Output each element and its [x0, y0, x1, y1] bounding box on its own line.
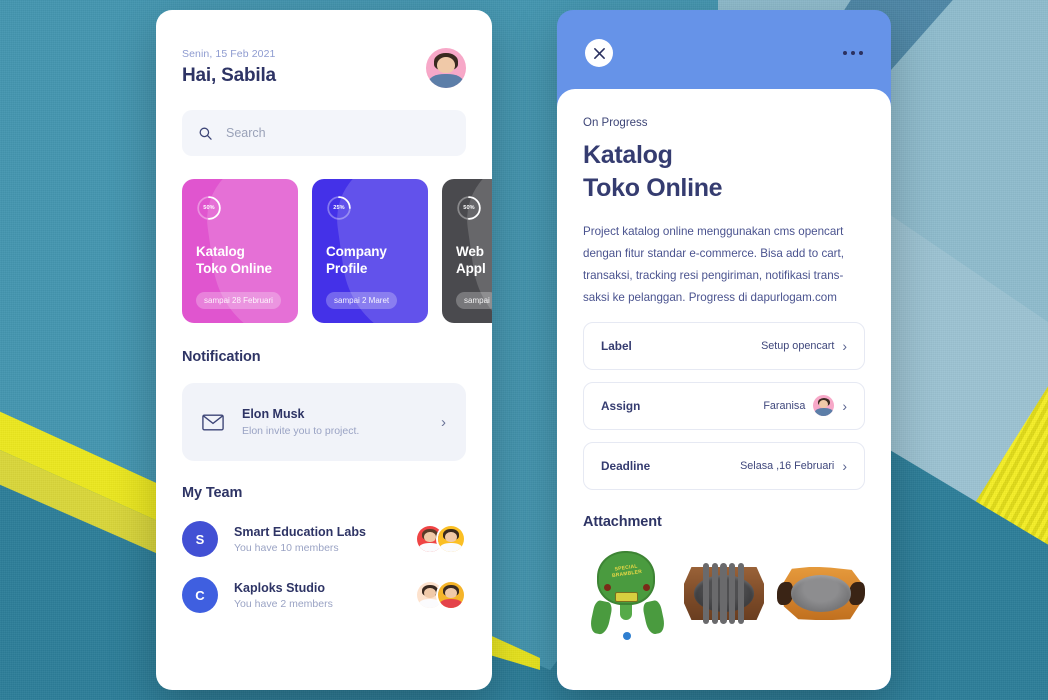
green-cast-iron-product[interactable]: SPECIAL BRAMBLER [583, 546, 671, 642]
team-initial-badge: S [182, 521, 218, 557]
search-icon [199, 127, 212, 140]
detail-value: Setup opencart [761, 339, 835, 352]
team-members: You have 10 members [234, 541, 339, 554]
team-section: My Team S Smart Education Labs You have … [156, 485, 492, 613]
chevron-right-icon[interactable]: › [842, 459, 847, 473]
progress-ring: 50% [456, 195, 482, 221]
project-card[interactable]: 25% Company Profile sampai 2 Maret [312, 179, 428, 323]
more-horizontal-icon [843, 51, 847, 55]
detail-sheet: On Progress Katalog Toko Online Project … [557, 89, 891, 690]
project-title-line2: Appl [456, 261, 486, 277]
team-name: Kaploks Studio [234, 580, 325, 595]
avatar [436, 580, 466, 610]
home-screen-panel: Senin, 15 Feb 2021 Hai, Sabila Search 50… [156, 10, 492, 690]
notification-section: Notification Elon Musk Elon invite you t… [156, 349, 492, 461]
project-title-line1: Web [456, 244, 484, 259]
envelope-icon [202, 413, 224, 431]
task-title-line2: Toko Online [583, 174, 723, 203]
more-horizontal-icon [851, 51, 855, 55]
task-description: Project katalog online menggunakan cms o… [583, 224, 844, 305]
project-title-line2: Toko Online [196, 261, 272, 277]
detail-header [557, 10, 891, 96]
team-name: Smart Education Labs [234, 524, 366, 539]
list-item[interactable]: S Smart Education Labs You have 10 membe… [182, 521, 466, 557]
notification-item[interactable]: Elon Musk Elon invite you to project. › [182, 383, 466, 461]
assignee-avatar [813, 395, 835, 416]
detail-row-label[interactable]: Label Setup opencart › [583, 321, 865, 370]
page-title: Katalog Toko Online [583, 139, 865, 206]
project-title-line1: Katalog [196, 244, 245, 259]
project-due-badge: sampai 28 Februari [196, 292, 281, 309]
notification-sender: Elon Musk [242, 407, 305, 421]
notification-message: Elon invite you to project. [242, 425, 360, 437]
project-card[interactable]: 50% Web Appl sampai [442, 179, 492, 323]
close-icon [593, 47, 605, 59]
chevron-right-icon[interactable]: › [842, 339, 847, 353]
team-section-title: My Team [182, 485, 243, 501]
detail-row-assign[interactable]: Assign Faranisa › [583, 381, 865, 430]
search-placeholder: Search [226, 126, 266, 140]
attachment-list: SPECIAL BRAMBLER [583, 546, 865, 642]
more-horizontal-icon [859, 51, 863, 55]
search-input[interactable]: Search [182, 110, 466, 156]
project-title-line2: Profile [326, 261, 368, 277]
progress-ring: 50% [196, 195, 222, 221]
team-avatar-stack[interactable] [415, 524, 466, 554]
project-due-badge: sampai 2 Maret [326, 292, 398, 309]
detail-key: Assign [601, 398, 641, 413]
chevron-right-icon[interactable]: › [842, 399, 847, 413]
project-due-badge: sampai [456, 292, 492, 309]
detail-key: Deadline [601, 458, 651, 473]
team-members: You have 2 members [234, 597, 333, 610]
team-texts: Smart Education Labs You have 10 members [234, 525, 399, 554]
notification-texts: Elon Musk Elon invite you to project. [242, 407, 423, 437]
list-item[interactable]: C Kaploks Studio You have 2 members [182, 577, 466, 613]
detail-value: Selasa ,16 Februari [740, 459, 835, 472]
project-title: Web Appl [456, 243, 492, 278]
detail-key: Label [601, 338, 632, 353]
greeting-text: Hai, Sabila [182, 65, 276, 86]
project-title-line1: Company [326, 244, 387, 259]
team-avatar-stack[interactable] [415, 580, 466, 610]
project-title: Katalog Toko Online [196, 243, 284, 278]
oval-hotplate-dark-wood-tray[interactable] [680, 546, 768, 642]
team-initial-badge: C [182, 577, 218, 613]
project-title: Company Profile [326, 243, 414, 278]
notification-section-title: Notification [182, 349, 261, 365]
progress-ring: 25% [326, 195, 352, 221]
attachment-section-title: Attachment [583, 513, 662, 530]
chevron-right-icon[interactable]: › [441, 415, 446, 430]
detail-value: Faranisa [763, 399, 806, 412]
greeting-block: Senin, 15 Feb 2021 Hai, Sabila [182, 48, 276, 87]
avatar [436, 524, 466, 554]
task-detail-panel: On Progress Katalog Toko Online Project … [557, 10, 891, 690]
home-header: Senin, 15 Feb 2021 Hai, Sabila Search [156, 10, 492, 156]
task-status: On Progress [583, 117, 648, 129]
project-card[interactable]: 50% Katalog Toko Online sampai 28 Februa… [182, 179, 298, 323]
task-title-line1: Katalog [583, 141, 673, 169]
more-options-button[interactable] [843, 51, 863, 55]
detail-row-deadline[interactable]: Deadline Selasa ,16 Februari › [583, 441, 865, 490]
team-texts: Kaploks Studio You have 2 members [234, 581, 399, 610]
user-avatar[interactable] [426, 48, 466, 88]
close-button[interactable] [585, 39, 613, 67]
oval-hotplate-light-wood-tray[interactable] [777, 546, 865, 642]
project-card-carousel[interactable]: 50% Katalog Toko Online sampai 28 Februa… [156, 179, 492, 323]
current-date: Senin, 15 Feb 2021 [182, 48, 276, 60]
